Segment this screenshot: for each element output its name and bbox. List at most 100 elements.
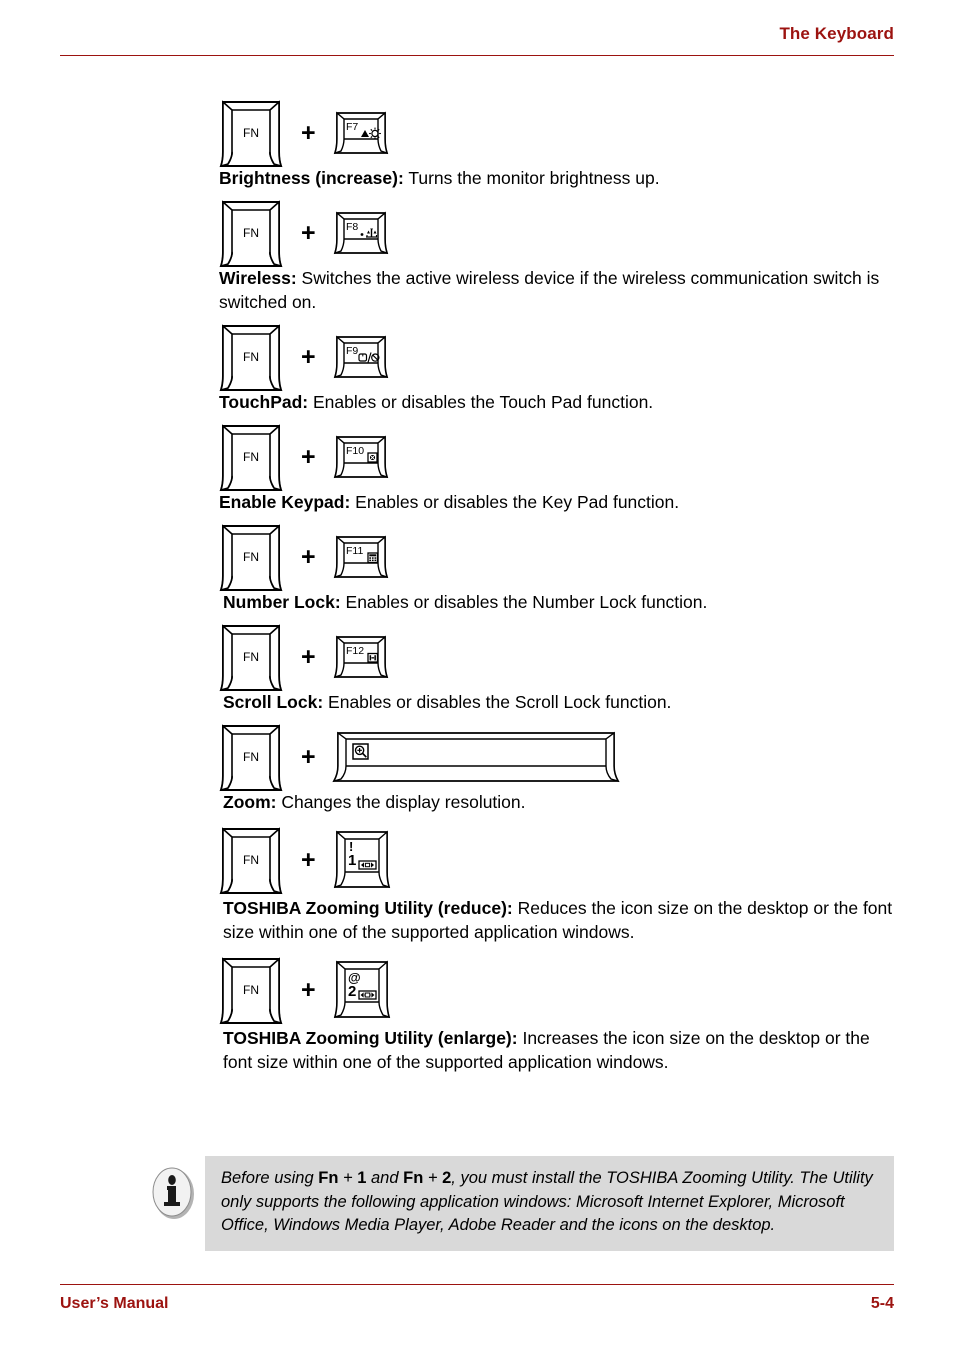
- entry-wireless: FN + F8 Wireless: Switches the active wi…: [219, 196, 899, 314]
- key-combo-row: FN +: [219, 720, 899, 794]
- fn-key-icon: FN: [219, 957, 283, 1025]
- plus-sign: +: [301, 218, 316, 247]
- fn-key-icon: FN: [219, 827, 283, 895]
- space-bar-key-icon: [332, 731, 620, 783]
- key-combo-row: FN + F12: [219, 620, 899, 694]
- note-mid: and: [366, 1169, 404, 1187]
- entry-text: Enables or disables the Touch Pad functi…: [308, 392, 654, 412]
- entry-zoom: FN + Zoom: Changes the display resolutio…: [219, 720, 899, 814]
- page-header: The Keyboard: [60, 24, 894, 60]
- fn-key-icon: FN: [219, 100, 283, 168]
- entry-term: Scroll Lock:: [223, 692, 324, 712]
- note-bold-fn-2: Fn: [403, 1169, 424, 1187]
- key-combo-row: FN + ! 1: [219, 820, 899, 900]
- f8-key-icon: F8: [333, 211, 388, 255]
- fn-key-label: FN: [243, 350, 259, 364]
- entry-term: Zoom:: [223, 792, 277, 812]
- page-footer: User’s Manual 5-4: [60, 1284, 894, 1324]
- f10-key-icon: F10: [333, 435, 388, 479]
- entry-term: TOSHIBA Zooming Utility (reduce):: [223, 898, 513, 918]
- entry-touchpad: FN + F9 TouchPad: Enables or disables th…: [219, 320, 899, 414]
- fn-key-icon: FN: [219, 724, 283, 792]
- f11-key-label: F11: [346, 545, 363, 557]
- f10-key-label: F10: [346, 445, 364, 457]
- fn-key-icon: FN: [219, 424, 283, 492]
- note-part1: Before using: [221, 1169, 319, 1187]
- fn-key-icon: FN: [219, 624, 283, 692]
- f7-key-icon: F7: [333, 111, 388, 155]
- key-combo-row: FN + F7: [219, 96, 899, 170]
- fn-key-label: FN: [243, 983, 259, 997]
- f12-key-icon: F12: [333, 635, 388, 679]
- f7-key-label: F7: [346, 121, 358, 133]
- plus-sign: +: [301, 542, 316, 571]
- key-combo-row: FN + @ 2: [219, 950, 899, 1030]
- entry-term: Brightness (increase):: [219, 168, 404, 188]
- plus-sign: +: [301, 442, 316, 471]
- note-bold-2: 2: [442, 1169, 452, 1187]
- entry-number-lock: FN + F11 Number Lock: Enables or disable…: [219, 520, 899, 614]
- fn-key-label: FN: [243, 550, 259, 564]
- key-combo-row: FN + F8: [219, 196, 899, 270]
- f9-key-icon: F9: [333, 335, 388, 379]
- plus-sign: +: [301, 642, 316, 671]
- note-box: Before using Fn + 1 and Fn + 2, you must…: [149, 1156, 894, 1251]
- entry-zoom-reduce: FN + ! 1 TOSHIBA Zooming Utility (reduce…: [219, 820, 899, 944]
- digit1-key-icon: ! 1: [333, 830, 390, 889]
- note-plus-1: +: [338, 1169, 358, 1187]
- entry-description: Wireless: Switches the active wireless d…: [219, 266, 899, 314]
- key-combo-row: FN + F11: [219, 520, 899, 594]
- fn-key-label: FN: [243, 750, 259, 764]
- f8-key-label: F8: [346, 221, 358, 233]
- page-title: The Keyboard: [779, 24, 894, 43]
- plus-sign: +: [301, 845, 316, 874]
- plus-sign: +: [301, 975, 316, 1004]
- entry-description: TOSHIBA Zooming Utility (enlarge): Incre…: [219, 1026, 899, 1074]
- entry-text: Changes the display resolution.: [276, 792, 526, 812]
- f12-key-label: F12: [346, 645, 364, 657]
- fn-key-label: FN: [243, 126, 259, 140]
- digit1-key-label: 1: [348, 852, 356, 869]
- fn-key-icon: FN: [219, 324, 283, 392]
- number-lock-icon: [366, 552, 378, 564]
- key-combo-row: FN + F10: [219, 420, 899, 494]
- plus-sign: +: [301, 118, 316, 147]
- entry-text: Turns the monitor brightness up.: [403, 168, 660, 188]
- digit2-key-icon: @ 2: [333, 960, 390, 1019]
- entry-term: Number Lock:: [223, 592, 341, 612]
- entry-description: Brightness (increase): Turns the monitor…: [219, 166, 899, 190]
- entry-description: TOSHIBA Zooming Utility (reduce): Reduce…: [219, 896, 899, 944]
- entry-zoom-enlarge: FN + @ 2 TOSHIBA Zooming Utility (enlarg…: [219, 950, 899, 1074]
- footer-rule: [60, 1284, 894, 1285]
- entry-brightness: FN + F7 Brightness (increase): Turns the…: [219, 96, 899, 190]
- header-rule: [60, 55, 894, 56]
- plus-sign: +: [301, 342, 316, 371]
- entry-term: TouchPad:: [219, 392, 309, 412]
- entry-scroll-lock: FN + F12 Scroll Lock: Enables or disable…: [219, 620, 899, 714]
- f9-key-label: F9: [346, 345, 358, 357]
- f11-key-icon: F11: [333, 535, 388, 579]
- entry-text: Switches the active wireless device if t…: [219, 268, 880, 312]
- fn-key-label: FN: [243, 450, 259, 464]
- entry-enable-keypad: FN + F10 Enable Keypad: Enables or disab…: [219, 420, 899, 514]
- entry-description: Zoom: Changes the display resolution.: [219, 790, 899, 814]
- entry-description: Number Lock: Enables or disables the Num…: [219, 590, 899, 614]
- entry-text: Enables or disables the Scroll Lock func…: [323, 692, 672, 712]
- content-column: FN + F7 Brightness (increase): Turns the…: [219, 96, 899, 1080]
- digit2-key-label: 2: [348, 983, 356, 1000]
- fn-key-icon: FN: [219, 524, 283, 592]
- note-plus-2: +: [423, 1169, 443, 1187]
- entry-term: Enable Keypad:: [219, 492, 351, 512]
- footer-page-number: 5-4: [870, 1295, 894, 1312]
- note-bold-fn-1: Fn: [318, 1169, 339, 1187]
- fn-key-label: FN: [243, 226, 259, 240]
- entry-text: Enables or disables the Key Pad function…: [350, 492, 680, 512]
- entry-text: Enables or disables the Number Lock func…: [340, 592, 708, 612]
- note-text: Before using Fn + 1 and Fn + 2, you must…: [205, 1156, 894, 1251]
- entry-description: Enable Keypad: Enables or disables the K…: [219, 490, 899, 514]
- entry-term: Wireless:: [219, 268, 297, 288]
- plus-sign: +: [301, 742, 316, 771]
- entry-term: TOSHIBA Zooming Utility (enlarge):: [223, 1028, 518, 1048]
- fn-key-label: FN: [243, 650, 259, 664]
- fn-key-label: FN: [243, 853, 259, 867]
